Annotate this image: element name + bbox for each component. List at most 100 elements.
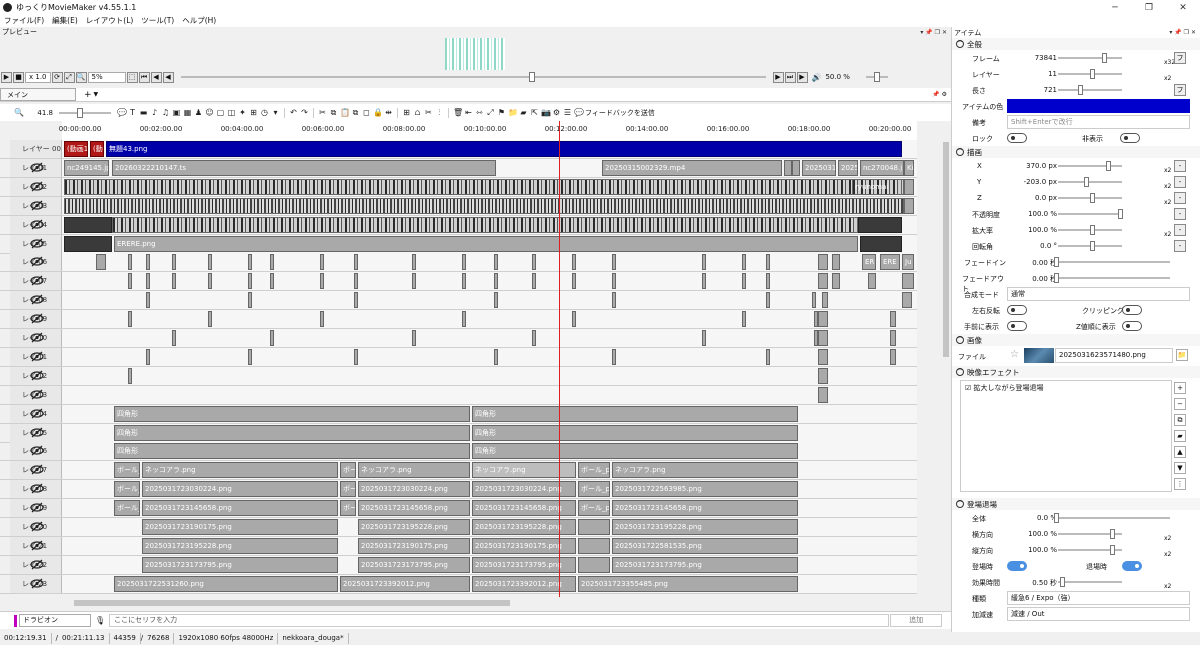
tab-main[interactable]: メイン <box>0 88 76 101</box>
lock-icon[interactable]: 🔒 <box>373 108 383 117</box>
timeline-vscroll[interactable] <box>941 140 951 598</box>
expand-icon[interactable]: ⬚ <box>126 71 138 83</box>
track-row[interactable]: レイ 23 20250317225312​60.png 20250317233920… <box>0 574 917 594</box>
timeline-clip[interactable]: 20250317231456​58.png <box>472 500 576 517</box>
fadein-slider[interactable] <box>1054 257 1170 267</box>
track-lane[interactable]: (動画1 (動 無題43.png <box>62 140 917 158</box>
track-row[interactable]: レイ 12 <box>0 366 917 386</box>
settings-icon[interactable]: ⚙ <box>552 108 561 117</box>
timeline-clip[interactable] <box>354 254 358 271</box>
timeline-clip[interactable] <box>818 348 828 365</box>
list-icon[interactable]: ☰ <box>563 108 572 117</box>
timeline-clip[interactable]: nc249145.jpg <box>64 159 109 176</box>
timeline-clip[interactable] <box>578 556 610 573</box>
timeline-clip[interactable] <box>128 254 132 271</box>
speech-icon[interactable]: 💬 <box>117 108 127 117</box>
timeline-clip[interactable]: 20250317231737​95.png <box>612 556 798 573</box>
zorder-toggle[interactable] <box>1122 321 1142 331</box>
timeline-hscroll[interactable] <box>62 598 941 608</box>
width-icon[interactable]: ⇿ <box>475 108 484 117</box>
eye-off-icon[interactable] <box>30 502 44 513</box>
timeline-clip[interactable] <box>146 292 150 309</box>
star-icon[interactable]: ☆ <box>1010 349 1019 360</box>
timeline-clip[interactable] <box>766 254 770 271</box>
track-row[interactable]: レイ 01nc249145.jpg20260322210147.ts202503… <box>0 158 917 178</box>
undo-icon[interactable]: ↶ <box>289 108 298 117</box>
timeline-clip[interactable]: ボール_pr <box>578 500 610 517</box>
timeline-clip[interactable]: 20250317231737​95.png <box>472 556 576 573</box>
serif-input[interactable]: ここにセリフを入力 <box>109 614 890 627</box>
track-row[interactable]: レイ 08 <box>0 291 917 311</box>
timeline-clip[interactable] <box>64 178 904 195</box>
track-row[interactable]: レイ 18ボール_g20250317230302​24.pngボー2025031… <box>0 480 917 500</box>
loop-icon[interactable]: ⟳ <box>51 71 63 83</box>
timeline-clip[interactable]: 20250317231456​58.png <box>612 500 798 517</box>
timeline-clip[interactable] <box>742 254 746 271</box>
timeline-clip[interactable] <box>248 273 252 290</box>
timeline-clip[interactable] <box>494 254 498 271</box>
timeline-clip[interactable]: 20250317225639​85.png <box>612 481 798 498</box>
timeline-clip[interactable]: 20250317225312​60.png <box>114 575 338 592</box>
person-icon[interactable]: ♟ <box>194 108 203 117</box>
folder-icon[interactable]: 📁 <box>508 108 518 117</box>
track-row[interactable]: レイ 04 <box>0 215 917 235</box>
track-lane[interactable]: ボール_g20250317231456​58.pngボー202503172314… <box>62 499 917 518</box>
opacity-slider[interactable] <box>1058 209 1123 219</box>
timeline-clip[interactable] <box>96 254 106 271</box>
track-row[interactable]: レイ 11 <box>0 347 917 367</box>
timeline-clip[interactable]: 20250317231456​58.png <box>142 500 338 517</box>
duplicate-icon[interactable]: ⧉ <box>351 108 360 118</box>
timeline-clip[interactable]: nc270048.j <box>860 159 904 176</box>
length-fix-button[interactable]: フ <box>1174 84 1186 96</box>
rotate-slider[interactable] <box>1058 241 1122 251</box>
timeline-clip[interactable]: 20250317231456​58.png <box>358 500 470 517</box>
timeline-clip[interactable] <box>128 273 132 290</box>
eye-off-icon[interactable] <box>30 559 44 570</box>
timeline-clip[interactable]: 20250317231737​95.png <box>142 556 338 573</box>
timeline-clip[interactable] <box>354 292 358 309</box>
lock-toggle[interactable] <box>1007 133 1027 143</box>
timeline-clip[interactable] <box>818 254 828 271</box>
frame-slider[interactable] <box>1058 53 1122 63</box>
track-row[interactable]: レイ 20 20250317231901​75.png 20250317231952… <box>0 518 917 537</box>
timeline-clip[interactable] <box>818 273 828 290</box>
play-icon[interactable]: ▶ <box>1 71 12 83</box>
timeline-clip[interactable]: 20250317233920​12.png <box>472 575 576 592</box>
track-row[interactable]: レイ 13 <box>0 385 917 405</box>
track-row[interactable]: レイ 06 ER ERE Ju <box>0 253 917 273</box>
paste-icon[interactable]: 📋 <box>340 108 350 117</box>
timeline-clip[interactable]: 四角形 <box>114 424 470 441</box>
zoom-select[interactable]: 5% <box>87 71 126 83</box>
character-select[interactable]: ドラビオン <box>19 614 91 627</box>
timeline-clip[interactable] <box>146 348 150 365</box>
eye-off-icon[interactable] <box>30 351 44 362</box>
timeline-clip[interactable]: 20250315002329.mp4 <box>602 159 782 176</box>
section-draw[interactable]: ^ 描画 <box>952 146 1200 158</box>
snap-icon[interactable]: ⇹ <box>384 108 393 117</box>
track-lane[interactable] <box>62 196 917 215</box>
timeline-clip[interactable]: ERERE.png <box>114 235 858 252</box>
file-select[interactable]: 20250316235714​80.png <box>1055 348 1173 363</box>
effect-list[interactable]: ☑ 拡大しながら登場退場 <box>960 380 1172 492</box>
timeline-clip[interactable] <box>612 254 616 271</box>
prev-frame-icon[interactable]: ◀ <box>150 71 162 83</box>
z-slider[interactable] <box>1058 193 1122 203</box>
delete-icon[interactable]: 🗑 <box>453 108 463 117</box>
eye-off-icon[interactable] <box>30 389 44 400</box>
timeline-clip[interactable] <box>702 330 706 346</box>
timeline-clip[interactable]: ネッコアラ.png <box>142 462 338 479</box>
zoom-icon[interactable]: 🔍 <box>75 71 87 83</box>
track-lane[interactable] <box>62 329 917 347</box>
timeline-clip[interactable]: 20250317231737​95.png <box>358 556 470 573</box>
open-folder-icon[interactable]: 📁 <box>1176 349 1188 361</box>
flip-toggle[interactable] <box>1007 305 1027 315</box>
timeline-clip[interactable] <box>532 273 536 290</box>
timeline-clip[interactable] <box>320 311 324 328</box>
timeline-clip[interactable]: 20250317230302​24.png <box>358 481 470 498</box>
track-row[interactable]: レイ 03 <box>0 196 917 216</box>
timeline-clip[interactable] <box>270 273 274 290</box>
track-row[interactable]: レイ 21 20250317231952​28.png 20250317231901… <box>0 536 917 556</box>
track-row[interactable]: レイ 19ボール_g20250317231456​58.pngボー2025031… <box>0 499 917 519</box>
track-lane[interactable]: ERERE.png <box>62 234 917 253</box>
type-select[interactable]: 緩急6 / Expo（強） <box>1007 591 1190 605</box>
